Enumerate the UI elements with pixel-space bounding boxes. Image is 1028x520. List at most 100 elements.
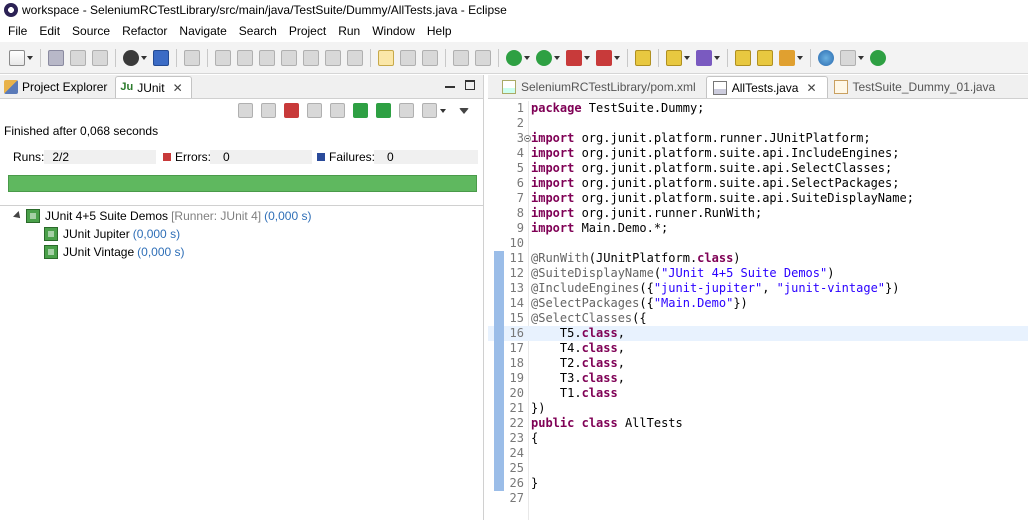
annotation-icon[interactable] [840, 49, 856, 66]
external-tools-icon[interactable] [596, 49, 612, 66]
tab-testsuite-dummy-01[interactable]: TestSuite_Dummy_01.java [828, 76, 1006, 98]
suspend-icon[interactable] [237, 49, 253, 66]
terminate-icon[interactable] [259, 49, 275, 66]
external-tools-dropdown-icon[interactable] [614, 55, 620, 60]
next-failure-icon[interactable] [238, 103, 253, 118]
code-line[interactable]: 9 import Main.Demo.*; [488, 221, 1028, 236]
terminal-icon[interactable] [153, 49, 169, 66]
code-line[interactable]: 24 [488, 446, 1028, 461]
code-line[interactable]: 17 T4.class, [488, 341, 1028, 356]
new-class-dropdown-icon[interactable] [714, 55, 720, 60]
debug-icon[interactable] [506, 49, 522, 66]
show-skipped-icon[interactable] [330, 103, 345, 118]
code-line[interactable]: 1 package TestSuite.Dummy; [488, 101, 1028, 116]
step-into-icon[interactable] [303, 49, 319, 66]
code-line[interactable]: 16 T5.class, [488, 326, 1028, 341]
code-line[interactable]: 14 @SelectPackages({"Main.Demo"}) [488, 296, 1028, 311]
rerun-failed-icon[interactable] [376, 103, 391, 118]
menu-project[interactable]: Project [283, 24, 332, 38]
open-task-icon[interactable] [757, 49, 773, 66]
tab-junit[interactable]: Ju JUnit ✕ [115, 76, 192, 98]
format-icon[interactable] [475, 49, 491, 66]
skip-breakpoints-icon[interactable] [184, 49, 200, 66]
resume-icon[interactable] [215, 49, 231, 66]
show-failures-only-icon[interactable] [284, 103, 299, 118]
menu-edit[interactable]: Edit [33, 24, 66, 38]
web-browser-icon[interactable] [818, 49, 834, 66]
code-line[interactable]: 20 T1.class [488, 386, 1028, 401]
menu-window[interactable]: Window [366, 24, 421, 38]
run-dropdown-icon[interactable] [554, 55, 560, 60]
pilcrow-icon[interactable] [453, 49, 469, 66]
code-line[interactable]: 12 @SuiteDisplayName("JUnit 4+5 Suite Dem… [488, 266, 1028, 281]
user-icon[interactable] [123, 49, 139, 66]
view-menu-icon[interactable] [459, 107, 469, 114]
new-dropdown-icon[interactable] [27, 55, 33, 60]
previous-failure-icon[interactable] [261, 103, 276, 118]
code-line[interactable]: 19 T3.class, [488, 371, 1028, 386]
save-icon[interactable] [48, 49, 64, 66]
menu-help[interactable]: Help [421, 24, 458, 38]
code-line[interactable]: 25 [488, 461, 1028, 476]
code-line[interactable]: 3 import org.junit.platform.runner.JUnitP… [488, 131, 1028, 146]
scroll-lock-icon[interactable] [307, 103, 322, 118]
code-line[interactable]: 15 @SelectClasses({ [488, 311, 1028, 326]
block-selection-icon[interactable] [400, 49, 416, 66]
expand-arrow-icon[interactable] [13, 211, 23, 221]
code-line[interactable]: 10 [488, 236, 1028, 251]
toggle-mark-occurrences-icon[interactable] [378, 49, 394, 66]
maximize-icon[interactable] [465, 80, 475, 90]
code-line[interactable]: 4 import org.junit.platform.suite.api.Inc… [488, 146, 1028, 161]
search-dropdown-icon[interactable] [797, 55, 803, 60]
tree-row-suite[interactable]: JUnit 4+5 Suite Demos [Runner: JUnit 4] … [0, 207, 484, 225]
code-line[interactable]: 2 [488, 116, 1028, 131]
code-line[interactable]: 8 import org.junit.runner.RunWith; [488, 206, 1028, 221]
new-icon[interactable] [9, 49, 25, 66]
coverage-icon[interactable] [566, 49, 582, 66]
close-icon[interactable]: ✕ [806, 81, 816, 95]
new-java-project-icon[interactable] [635, 49, 651, 66]
tab-project-explorer[interactable]: Project Explorer [0, 76, 115, 98]
code-line[interactable]: 6 import org.junit.platform.suite.api.Sel… [488, 176, 1028, 191]
tree-row-test[interactable]: JUnit Jupiter (0,000 s) [0, 225, 484, 243]
menu-run[interactable]: Run [332, 24, 366, 38]
code-line[interactable]: 11 @RunWith(JUnitPlatform.class) [488, 251, 1028, 266]
history-dropdown-icon[interactable] [440, 108, 446, 113]
code-line[interactable]: 18 T2.class, [488, 356, 1028, 371]
menu-navigate[interactable]: Navigate [173, 24, 232, 38]
tab-pom-xml[interactable]: SeleniumRCTestLibrary/pom.xml [496, 76, 706, 98]
new-package-icon[interactable] [666, 49, 682, 66]
code-line[interactable]: 5 import org.junit.platform.suite.api.Sel… [488, 161, 1028, 176]
code-line[interactable]: 27 [488, 491, 1028, 506]
annotation-dropdown-icon[interactable] [858, 55, 864, 60]
step-return-icon[interactable] [347, 49, 363, 66]
show-whitespace-icon[interactable] [422, 49, 438, 66]
fold-toggle-icon[interactable] [524, 135, 531, 142]
new-package-dropdown-icon[interactable] [684, 55, 690, 60]
tree-row-test[interactable]: JUnit Vintage (0,000 s) [0, 243, 484, 261]
disconnect-icon[interactable] [281, 49, 297, 66]
step-over-icon[interactable] [325, 49, 341, 66]
code-line[interactable]: 13 @IncludeEngines({"junit-jupiter", "jun… [488, 281, 1028, 296]
code-line[interactable]: 26} [488, 476, 1028, 491]
status-icon[interactable] [870, 49, 886, 66]
code-editor[interactable]: 1 package TestSuite.Dummy; 2 3 import org.ju… [488, 101, 1028, 520]
open-type-icon[interactable] [735, 49, 751, 66]
run-icon[interactable] [536, 49, 552, 66]
print-icon[interactable] [92, 49, 108, 66]
code-line[interactable]: 7 import org.junit.platform.suite.api.Sui… [488, 191, 1028, 206]
minimize-icon[interactable] [445, 86, 455, 88]
menu-file[interactable]: File [2, 24, 33, 38]
code-line[interactable]: 22 public class AllTests [488, 416, 1028, 431]
debug-dropdown-icon[interactable] [524, 55, 530, 60]
code-line[interactable]: 23 { [488, 431, 1028, 446]
menu-search[interactable]: Search [233, 24, 283, 38]
menu-source[interactable]: Source [66, 24, 116, 38]
stop-icon[interactable] [399, 103, 414, 118]
close-icon[interactable]: ✕ [173, 81, 183, 95]
history-icon[interactable] [422, 103, 437, 118]
coverage-dropdown-icon[interactable] [584, 55, 590, 60]
rerun-icon[interactable] [353, 103, 368, 118]
tab-alltests-java[interactable]: AllTests.java ✕ [705, 76, 828, 98]
user-dropdown-icon[interactable] [141, 55, 147, 60]
